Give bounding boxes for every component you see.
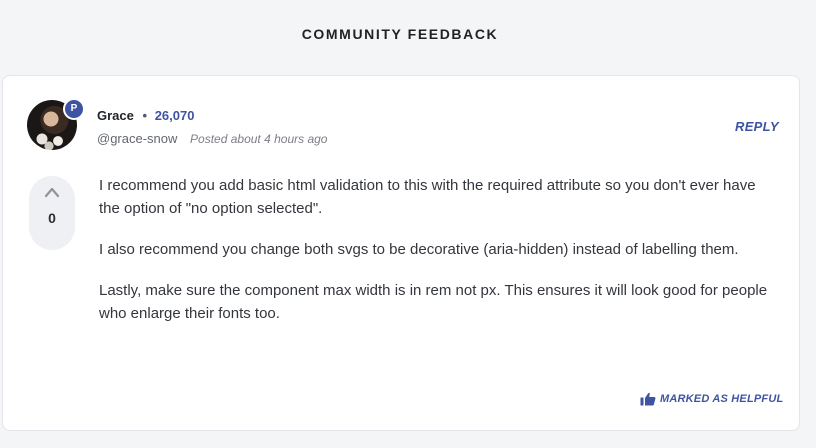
separator-dot: • (142, 108, 148, 123)
section-title: COMMUNITY FEEDBACK (301, 26, 499, 42)
reputation-score: 26,070 (154, 108, 195, 123)
community-feedback-page: COMMUNITY FEEDBACK P Grace • 26,070 @gra… (0, 0, 816, 448)
meta-line: @grace-snow Posted about 4 hours ago (97, 131, 327, 146)
pro-badge: P (63, 98, 85, 120)
vote-count: 0 (48, 210, 56, 226)
marked-helpful: MARKED AS HELPFUL (640, 392, 783, 406)
comment-card: P Grace • 26,070 @grace-snow Posted abou… (2, 75, 800, 431)
helpful-label: MARKED AS HELPFUL (660, 393, 784, 405)
posted-time: Posted about 4 hours ago (190, 132, 328, 146)
author-name[interactable]: Grace (97, 108, 134, 123)
comment-paragraph: Lastly, make sure the component max widt… (99, 282, 768, 322)
thumbs-up-icon (640, 392, 656, 406)
chevron-up-icon[interactable] (44, 186, 60, 198)
comment-paragraph: I also recommend you change both svgs to… (99, 241, 739, 258)
reply-button[interactable]: REPLY (735, 119, 779, 134)
comment-paragraph: I recommend you add basic html validatio… (99, 177, 756, 217)
comment-body: I recommend you add basic html validatio… (99, 174, 779, 343)
author-handle[interactable]: @grace-snow (97, 131, 177, 146)
user-line: Grace • 26,070 (97, 108, 194, 123)
vote-control: 0 (29, 176, 75, 250)
